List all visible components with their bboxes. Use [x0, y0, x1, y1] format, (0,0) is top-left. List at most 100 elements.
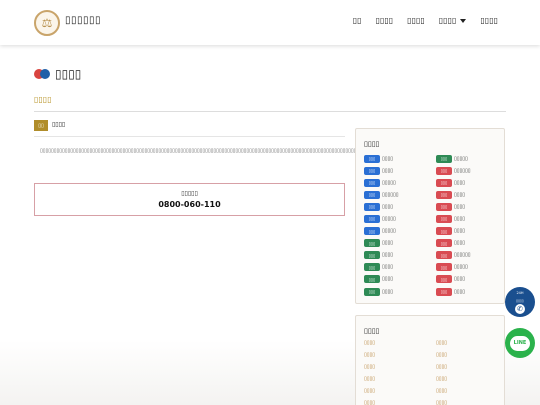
- sidebar-link[interactable]: ▯▯▯▯: [364, 400, 436, 405]
- call-subcaption: ▯▯▯▯: [516, 299, 524, 303]
- line-button[interactable]: LINE: [505, 328, 535, 358]
- category-item[interactable]: ▯▯▯ ▯▯▯▯: [364, 154, 436, 163]
- category-item[interactable]: ▯▯▯ ▯▯▯▯: [436, 190, 504, 199]
- category-badge: ▯▯▯: [364, 202, 380, 211]
- category-item[interactable]: ▯▯▯ ▯▯▯▯: [436, 178, 504, 187]
- category-label: ▯▯▯▯: [382, 155, 394, 162]
- hotline-label: ▯▯▯▯▯: [181, 190, 198, 197]
- category-tag[interactable]: ▯▯: [34, 120, 48, 131]
- breadcrumb[interactable]: ▯▯▯▯: [34, 95, 52, 104]
- sidebar-link[interactable]: ▯▯▯▯: [364, 364, 436, 372]
- sidebar-link[interactable]: ▯▯▯▯: [364, 352, 436, 360]
- category-item[interactable]: ▯▯▯ ▯▯▯▯: [364, 275, 436, 284]
- sidebar-link[interactable]: ▯▯▯▯: [436, 352, 504, 360]
- category-item[interactable]: ▯▯▯ ▯▯▯▯▯: [436, 154, 504, 163]
- category-item[interactable]: ▯▯▯ ▯▯▯▯: [436, 275, 504, 284]
- scales-icon[interactable]: ⚖: [34, 10, 60, 36]
- line-icon: LINE: [510, 335, 530, 351]
- category-badge: ▯▯▯: [436, 214, 452, 223]
- category-badge: ▯▯▯: [364, 166, 380, 175]
- category-item[interactable]: ▯▯▯ ▯▯▯▯▯: [364, 214, 436, 223]
- category-label: ▯▯▯▯▯▯: [454, 252, 471, 259]
- category-list: ▯▯▯ ▯▯▯▯ ▯▯▯ ▯▯▯▯▯ ▯▯▯ ▯▯▯▯ ▯▯▯ ▯▯▯▯▯▯ ▯▯▯ ▯▯▯▯▯ ▯…: [364, 154, 504, 296]
- category-label: ▯▯▯▯: [454, 215, 466, 222]
- article-body: ▯▯▯▯▯▯▯▯▯▯▯▯▯▯▯▯▯▯▯▯▯▯▯▯▯▯▯▯▯▯▯▯▯▯▯▯▯▯▯▯…: [40, 148, 445, 154]
- category-item[interactable]: ▯▯▯ ▯▯▯▯▯▯: [364, 190, 436, 199]
- call-button[interactable]: 24H ▯▯▯▯ ✆: [505, 287, 535, 317]
- sidebar-link[interactable]: ▯▯▯▯: [364, 376, 436, 384]
- hotline-box[interactable]: ▯▯▯▯▯ 0800-060-110: [34, 183, 345, 216]
- sidebar-link[interactable]: ▯▯▯▯: [364, 340, 436, 348]
- category-item[interactable]: ▯▯▯ ▯▯▯▯: [436, 202, 504, 211]
- category-label: ▯▯▯▯: [454, 228, 466, 235]
- category-label: ▯▯▯▯: [382, 203, 394, 210]
- category-label: ▯▯▯▯▯▯: [454, 167, 471, 174]
- nav-item-5[interactable]: ▯▯▯▯: [480, 16, 498, 25]
- category-badge: ▯▯▯: [436, 166, 452, 175]
- category-label: ▯▯▯▯▯: [382, 215, 396, 222]
- category-item[interactable]: ▯▯▯ ▯▯▯▯: [436, 227, 504, 236]
- category-item[interactable]: ▯▯▯ ▯▯▯▯: [364, 251, 436, 260]
- category-label: ▯▯▯▯▯▯: [382, 191, 399, 198]
- category-item[interactable]: ▯▯▯ ▯▯▯▯▯: [364, 178, 436, 187]
- hotline-number[interactable]: 0800-060-110: [35, 200, 344, 209]
- category-card-title: ▯▯▯▯: [364, 140, 380, 148]
- site-brand[interactable]: ▯▯▯▯▯▯: [65, 15, 101, 26]
- category-item[interactable]: ▯▯▯ ▯▯▯▯▯▯: [436, 251, 504, 260]
- chevron-down-icon: [460, 18, 467, 23]
- phone-icon: ✆: [515, 304, 525, 314]
- category-badge: ▯▯▯: [364, 263, 380, 272]
- category-badge: ▯▯▯: [436, 154, 452, 163]
- category-label: ▯▯▯▯: [454, 276, 466, 283]
- category-badge: ▯▯▯: [436, 227, 452, 236]
- category-item[interactable]: ▯▯▯ ▯▯▯▯: [364, 239, 436, 248]
- category-item[interactable]: ▯▯▯ ▯▯▯▯: [364, 287, 436, 296]
- category-badge: ▯▯▯: [364, 190, 380, 199]
- category-badge: ▯▯▯: [436, 287, 452, 296]
- sidebar-link[interactable]: ▯▯▯▯: [436, 376, 504, 384]
- category-label: ▯▯▯▯▯: [454, 155, 468, 162]
- category-label: ▯▯▯▯: [454, 179, 466, 186]
- sidebar-link[interactable]: ▯▯▯▯: [364, 388, 436, 396]
- category-label: ▯▯▯▯: [382, 288, 394, 295]
- sidebar-link[interactable]: ▯▯▯▯: [436, 388, 504, 396]
- category-label: ▯▯▯▯: [454, 288, 466, 295]
- category-item[interactable]: ▯▯▯ ▯▯▯▯: [436, 239, 504, 248]
- category-badge: ▯▯▯: [436, 202, 452, 211]
- title-dots-icon: [34, 69, 50, 79]
- page-title: ▯▯▯▯: [55, 67, 82, 81]
- divider: [34, 111, 506, 112]
- category-label: ▯▯▯▯: [382, 264, 394, 271]
- sidebar-link[interactable]: ▯▯▯▯: [436, 400, 504, 405]
- category-badge: ▯▯▯: [436, 178, 452, 187]
- category-label: ▯▯▯▯: [454, 191, 466, 198]
- category-label: ▯▯▯▯: [382, 276, 394, 283]
- links-card: ▯▯▯▯ ▯▯▯▯ ▯▯▯▯ ▯▯▯▯ ▯▯▯▯ ▯▯▯▯ ▯▯▯▯ ▯▯▯▯ ▯▯▯▯ ▯▯▯…: [355, 315, 505, 405]
- category-item[interactable]: ▯▯▯ ▯▯▯▯: [436, 214, 504, 223]
- category-label: ▯▯▯▯: [454, 203, 466, 210]
- category-label: ▯▯▯▯: [382, 240, 394, 247]
- category-badge: ▯▯▯: [364, 154, 380, 163]
- article-heading: ▯▯▯▯: [52, 121, 66, 128]
- category-label: ▯▯▯▯▯: [454, 264, 468, 271]
- category-item[interactable]: ▯▯▯ ▯▯▯▯▯: [436, 263, 504, 272]
- category-badge: ▯▯▯: [364, 227, 380, 236]
- nav-item-2[interactable]: ▯▯▯▯: [376, 16, 394, 25]
- main-nav: ▯▯ ▯▯▯▯ ▯▯▯▯ ▯▯▯▯ ▯▯▯▯: [353, 16, 498, 25]
- links-list: ▯▯▯▯ ▯▯▯▯ ▯▯▯▯ ▯▯▯▯ ▯▯▯▯ ▯▯▯▯ ▯▯▯▯ ▯▯▯▯ ▯▯▯▯ ▯▯▯▯…: [364, 340, 504, 405]
- category-item[interactable]: ▯▯▯ ▯▯▯▯▯: [364, 227, 436, 236]
- category-item[interactable]: ▯▯▯ ▯▯▯▯: [436, 287, 504, 296]
- category-item[interactable]: ▯▯▯ ▯▯▯▯: [364, 202, 436, 211]
- category-label: ▯▯▯▯: [382, 252, 394, 259]
- category-item[interactable]: ▯▯▯ ▯▯▯▯: [364, 166, 436, 175]
- category-badge: ▯▯▯: [436, 190, 452, 199]
- category-badge: ▯▯▯: [364, 214, 380, 223]
- category-item[interactable]: ▯▯▯ ▯▯▯▯: [364, 263, 436, 272]
- sidebar-link[interactable]: ▯▯▯▯: [436, 340, 504, 348]
- nav-item-3[interactable]: ▯▯▯▯: [407, 16, 425, 25]
- sidebar-link[interactable]: ▯▯▯▯: [436, 364, 504, 372]
- nav-item-home[interactable]: ▯▯: [353, 16, 362, 25]
- category-item[interactable]: ▯▯▯ ▯▯▯▯▯▯: [436, 166, 504, 175]
- category-badge: ▯▯▯: [436, 263, 452, 272]
- nav-item-dropdown[interactable]: ▯▯▯▯: [439, 16, 467, 25]
